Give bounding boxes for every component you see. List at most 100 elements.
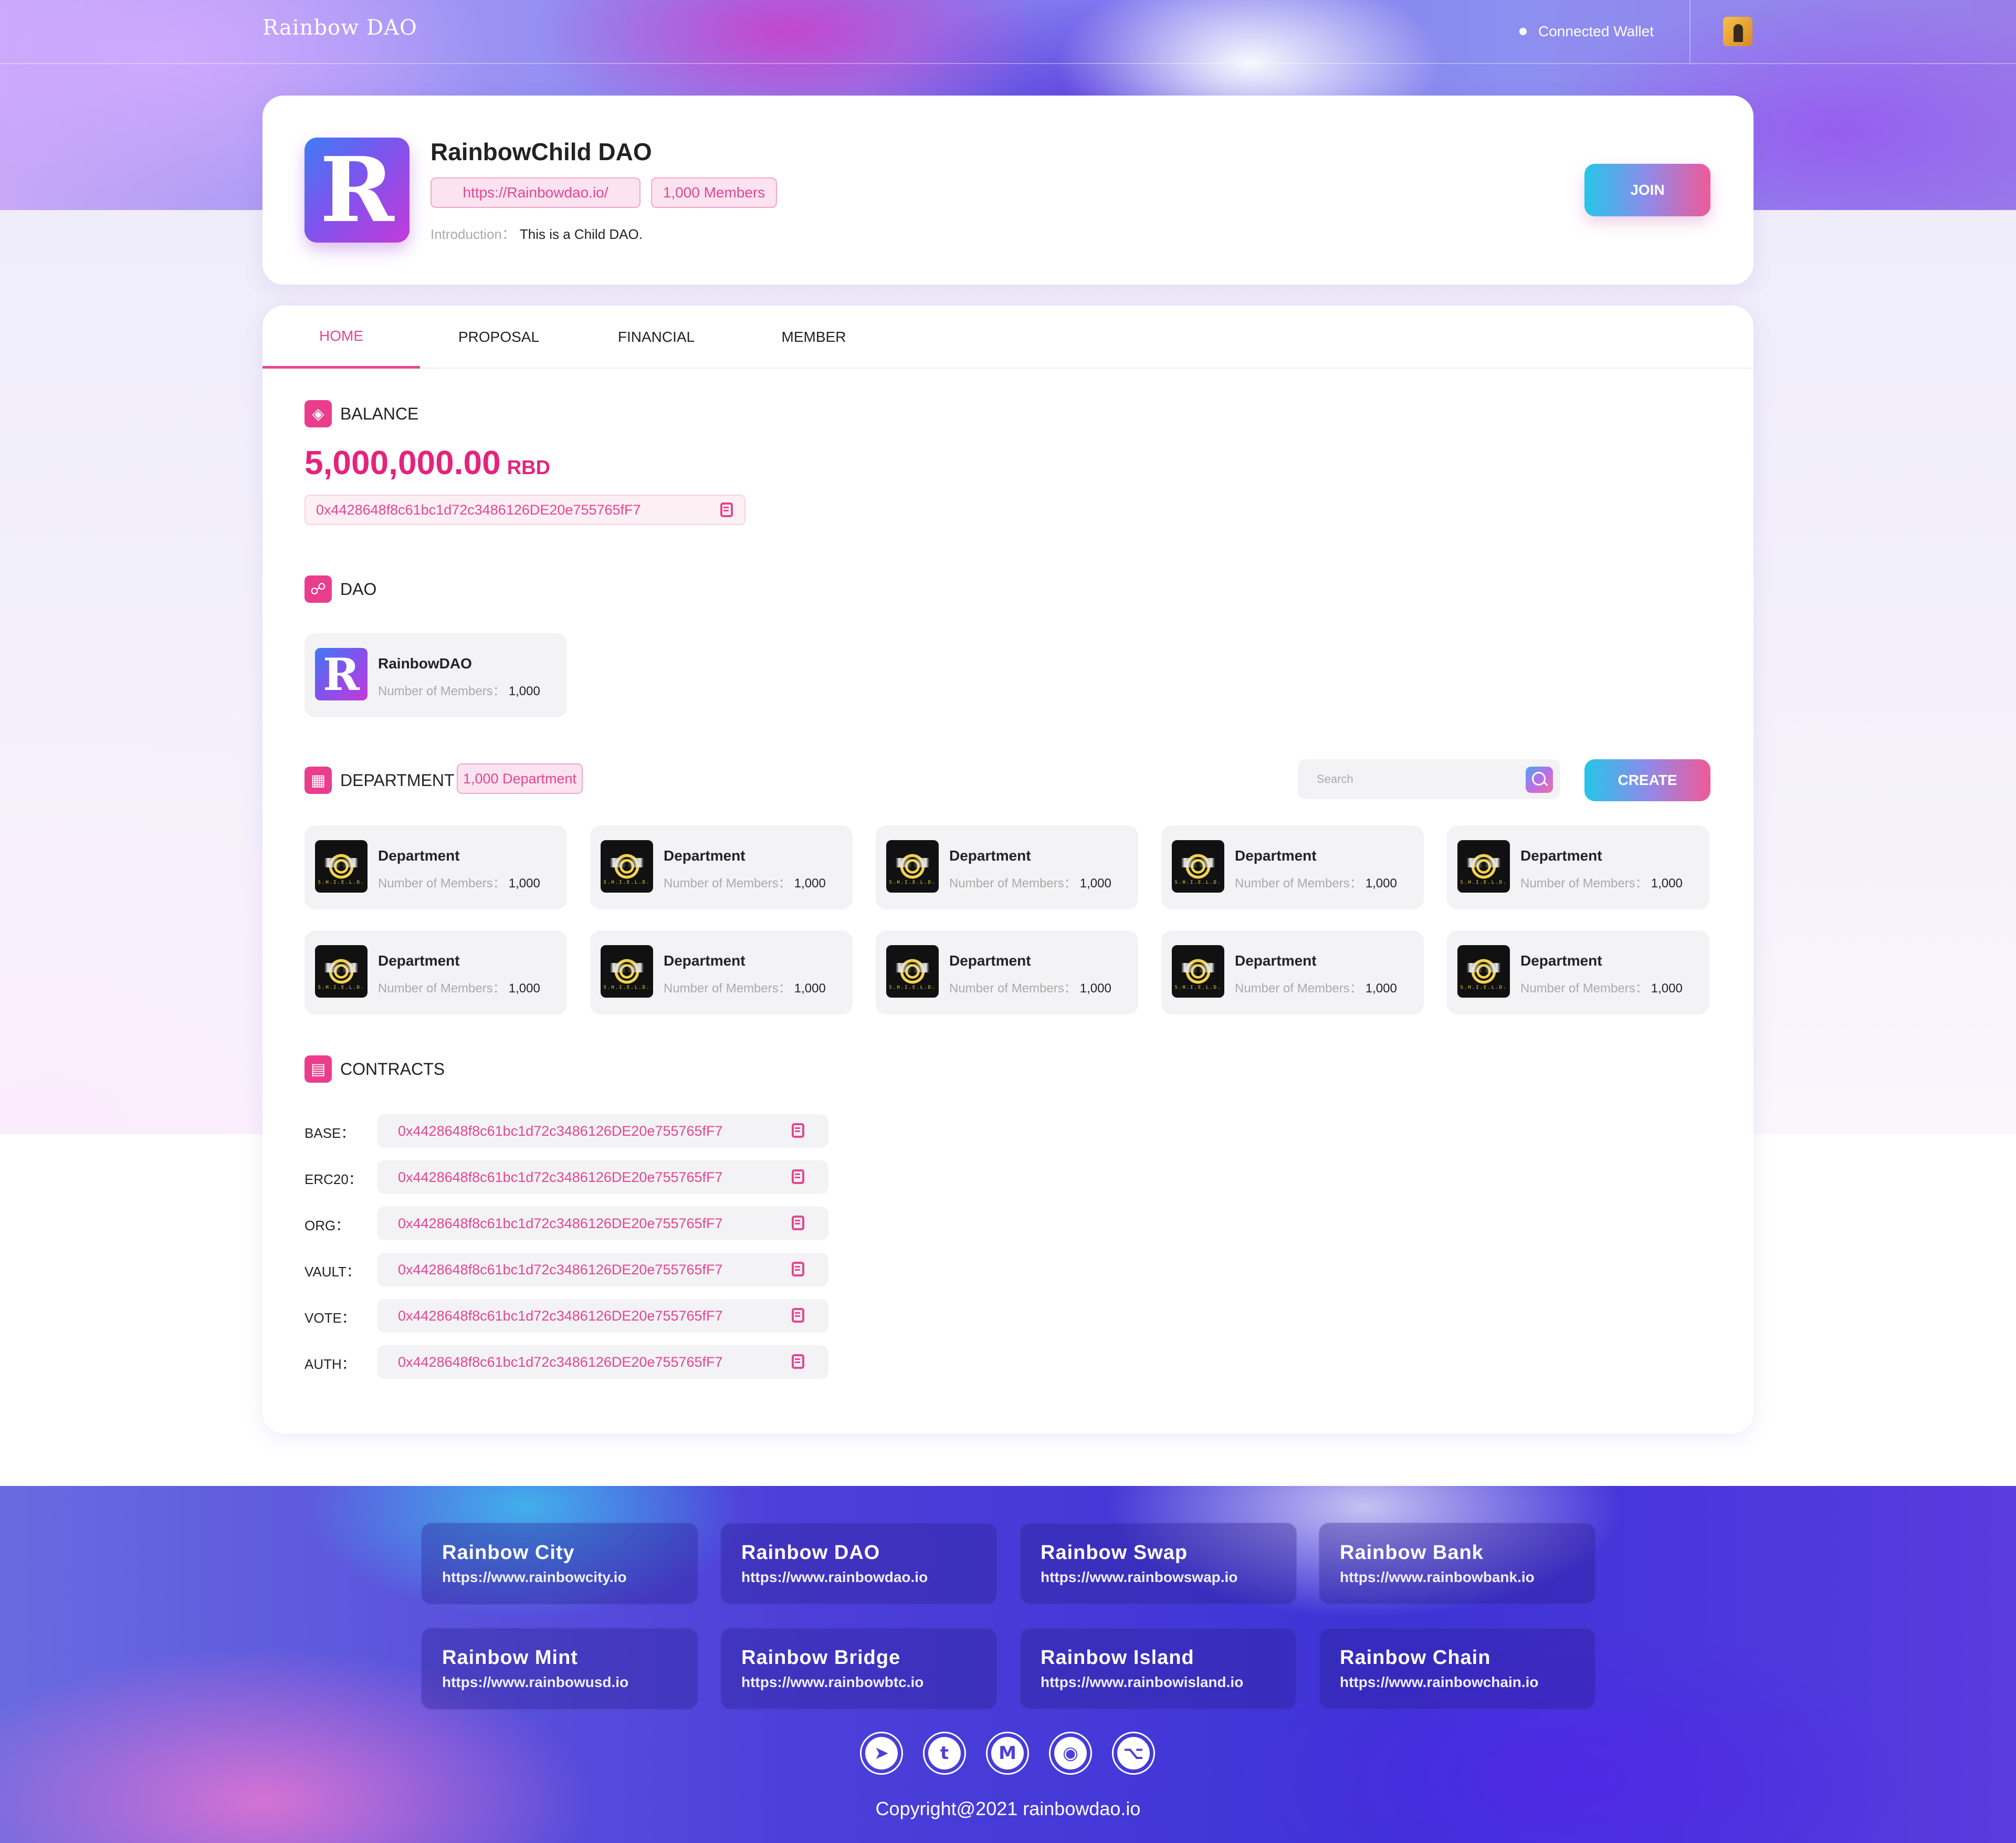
department-card[interactable]: S.H.I.E.L.D. Department Number of Members：… bbox=[876, 930, 1138, 1014]
search-icon[interactable] bbox=[1526, 767, 1553, 793]
department-card[interactable]: S.H.I.E.L.D. Department Number of Members：… bbox=[1447, 930, 1709, 1014]
create-button[interactable]: CREATE bbox=[1584, 759, 1710, 801]
contract-address[interactable]: 0x4428648f8c61bc1d72c3486126DE20e755765f… bbox=[377, 1299, 828, 1333]
copy-icon[interactable] bbox=[792, 1354, 804, 1369]
github-icon[interactable]: ⌥ bbox=[1112, 1732, 1155, 1775]
department-card[interactable]: S.H.I.E.L.D. Department Number of Members：… bbox=[590, 825, 853, 909]
department-card[interactable]: S.H.I.E.L.D. Department Number of Members：… bbox=[876, 825, 1138, 909]
footer-link-card[interactable]: Rainbow Mint https://www.rainbowusd.io bbox=[421, 1628, 698, 1710]
members-label: Number of Members： bbox=[1235, 981, 1362, 996]
eagle-emblem-icon bbox=[610, 959, 644, 984]
github-icon-glyph: ⌥ bbox=[1117, 1737, 1150, 1769]
intro-text: This is a Child DAO. bbox=[519, 226, 643, 242]
footer-link-card[interactable]: Rainbow DAO https://www.rainbowdao.io bbox=[720, 1523, 998, 1605]
copy-icon[interactable] bbox=[792, 1216, 804, 1230]
shield-logo-icon: S.H.I.E.L.D. bbox=[886, 840, 939, 893]
medium-icon[interactable]: M bbox=[986, 1732, 1029, 1775]
balance-address-text: 0x4428648f8c61bc1d72c3486126DE20e755765f… bbox=[316, 501, 641, 518]
contract-address[interactable]: 0x4428648f8c61bc1d72c3486126DE20e755765f… bbox=[377, 1160, 828, 1194]
contract-address[interactable]: 0x4428648f8c61bc1d72c3486126DE20e755765f… bbox=[377, 1345, 828, 1379]
department-card[interactable]: S.H.I.E.L.D. Department Number of Members：… bbox=[304, 825, 567, 909]
eagle-wing-icon bbox=[1467, 858, 1500, 867]
eagle-emblem-icon bbox=[610, 854, 644, 879]
telegram-icon-glyph: ➤ bbox=[865, 1737, 898, 1769]
twitter-icon[interactable]: t bbox=[923, 1732, 966, 1775]
contract-label: BASE： bbox=[304, 1125, 355, 1141]
members-count: 1,000 bbox=[1651, 981, 1683, 996]
shield-logo-icon: S.H.I.E.L.D. bbox=[1172, 945, 1224, 998]
contract-address-text: 0x4428648f8c61bc1d72c3486126DE20e755765f… bbox=[398, 1307, 723, 1324]
footer-link-card[interactable]: Rainbow Island https://www.rainbowisland.… bbox=[1020, 1628, 1297, 1710]
discord-icon-glyph: ◉ bbox=[1054, 1737, 1087, 1769]
dao-url-link[interactable]: https://Rainbowdao.io/ bbox=[430, 177, 640, 208]
tab-financial[interactable]: FINANCIAL bbox=[578, 306, 735, 369]
members-label: Number of Members： bbox=[378, 981, 506, 996]
brand-logo[interactable]: Rainbow DAO bbox=[262, 16, 417, 40]
rainbow-dao-logo-icon: R bbox=[315, 648, 368, 700]
shield-logo-icon: S.H.I.E.L.D. bbox=[315, 840, 368, 893]
dao-info-card: R RainbowChild DAO https://Rainbowdao.io… bbox=[262, 96, 1754, 285]
members-label: Number of Members： bbox=[378, 876, 506, 891]
contract-address[interactable]: 0x4428648f8c61bc1d72c3486126DE20e755765f… bbox=[377, 1114, 828, 1148]
footer-link-card[interactable]: Rainbow Bank https://www.rainbowbank.io bbox=[1319, 1523, 1596, 1605]
eagle-wing-icon bbox=[324, 858, 358, 867]
copy-icon[interactable] bbox=[792, 1123, 804, 1138]
shield-logo-icon: S.H.I.E.L.D. bbox=[886, 945, 939, 998]
department-card[interactable]: S.H.I.E.L.D. Department Number of Members：… bbox=[1161, 825, 1424, 909]
tab-proposal[interactable]: PROPOSAL bbox=[420, 306, 578, 369]
copy-icon[interactable] bbox=[792, 1262, 804, 1276]
contract-label: ERC20： bbox=[304, 1171, 362, 1187]
footer-link-url: https://www.rainbowbtc.io bbox=[741, 1674, 924, 1690]
members-label: Number of Members： bbox=[1520, 981, 1648, 996]
department-members: Number of Members： 1,000 bbox=[664, 978, 826, 996]
footer-link-card[interactable]: Rainbow Chain https://www.rainbowchain.io bbox=[1319, 1628, 1596, 1710]
footer-link-card[interactable]: Rainbow City https://www.rainbowcity.io bbox=[421, 1523, 698, 1605]
user-avatar[interactable] bbox=[1723, 17, 1752, 46]
members-count: 1,000 bbox=[1079, 876, 1111, 891]
footer-link-card[interactable]: Rainbow Swap https://www.rainbowswap.io bbox=[1020, 1523, 1297, 1605]
shield-tag: S.H.I.E.L.D. bbox=[1174, 985, 1222, 990]
shield-tag: S.H.I.E.L.D. bbox=[1460, 880, 1507, 885]
tab-home[interactable]: HOME bbox=[262, 306, 420, 369]
join-button[interactable]: JOIN bbox=[1584, 164, 1710, 216]
eagle-emblem-icon bbox=[1181, 854, 1215, 879]
department-name: Department bbox=[1235, 952, 1317, 969]
copy-icon[interactable] bbox=[720, 502, 733, 517]
copy-icon[interactable] bbox=[792, 1308, 804, 1323]
contracts-title: CONTRACTS bbox=[340, 1060, 445, 1078]
department-members: Number of Members： 1,000 bbox=[378, 978, 540, 996]
footer-link-card[interactable]: Rainbow Bridge https://www.rainbowbtc.io bbox=[720, 1628, 998, 1710]
department-title: DEPARTMENT bbox=[340, 771, 455, 790]
shield-logo-icon: S.H.I.E.L.D. bbox=[1172, 840, 1224, 893]
department-name: Department bbox=[664, 847, 746, 864]
shield-tag: S.H.I.E.L.D. bbox=[889, 985, 936, 990]
department-card[interactable]: S.H.I.E.L.D. Department Number of Members：… bbox=[590, 930, 853, 1014]
department-name: Department bbox=[378, 952, 460, 969]
members-label: Number of Members： bbox=[1520, 876, 1648, 891]
footer-link-title: Rainbow Bank bbox=[1340, 1542, 1484, 1564]
department-name: Department bbox=[664, 952, 746, 969]
dao-section-title: DAO bbox=[340, 580, 377, 599]
wallet-status[interactable]: Connected Wallet bbox=[1519, 23, 1654, 40]
contract-address[interactable]: 0x4428648f8c61bc1d72c3486126DE20e755765f… bbox=[377, 1253, 828, 1286]
footer-link-title: Rainbow Swap bbox=[1041, 1542, 1188, 1564]
balance-address[interactable]: 0x4428648f8c61bc1d72c3486126DE20e755765f… bbox=[304, 495, 746, 525]
balance-value: 5,000,000.00 bbox=[304, 444, 501, 481]
contract-address[interactable]: 0x4428648f8c61bc1d72c3486126DE20e755765f… bbox=[377, 1207, 828, 1240]
footer-link-url: https://www.rainbowdao.io bbox=[741, 1569, 928, 1585]
footer-link-url: https://www.rainbowswap.io bbox=[1041, 1569, 1238, 1585]
copy-icon[interactable] bbox=[792, 1169, 804, 1184]
tab-member[interactable]: MEMBER bbox=[735, 306, 892, 369]
parent-dao-card[interactable]: R RainbowDAO Number of Members： 1,000 bbox=[304, 633, 567, 717]
shield-tag: S.H.I.E.L.D. bbox=[318, 985, 365, 990]
department-card[interactable]: S.H.I.E.L.D. Department Number of Members：… bbox=[304, 930, 567, 1014]
department-members: Number of Members： 1,000 bbox=[949, 873, 1111, 891]
department-card[interactable]: S.H.I.E.L.D. Department Number of Members：… bbox=[1447, 825, 1709, 909]
eagle-emblem-icon bbox=[896, 854, 929, 879]
discord-icon[interactable]: ◉ bbox=[1049, 1732, 1092, 1775]
telegram-icon[interactable]: ➤ bbox=[860, 1732, 903, 1775]
footer-link-title: Rainbow City bbox=[442, 1542, 575, 1564]
search-input[interactable] bbox=[1317, 759, 1516, 799]
department-card[interactable]: S.H.I.E.L.D. Department Number of Members：… bbox=[1161, 930, 1424, 1014]
eagle-emblem-icon bbox=[324, 959, 358, 984]
